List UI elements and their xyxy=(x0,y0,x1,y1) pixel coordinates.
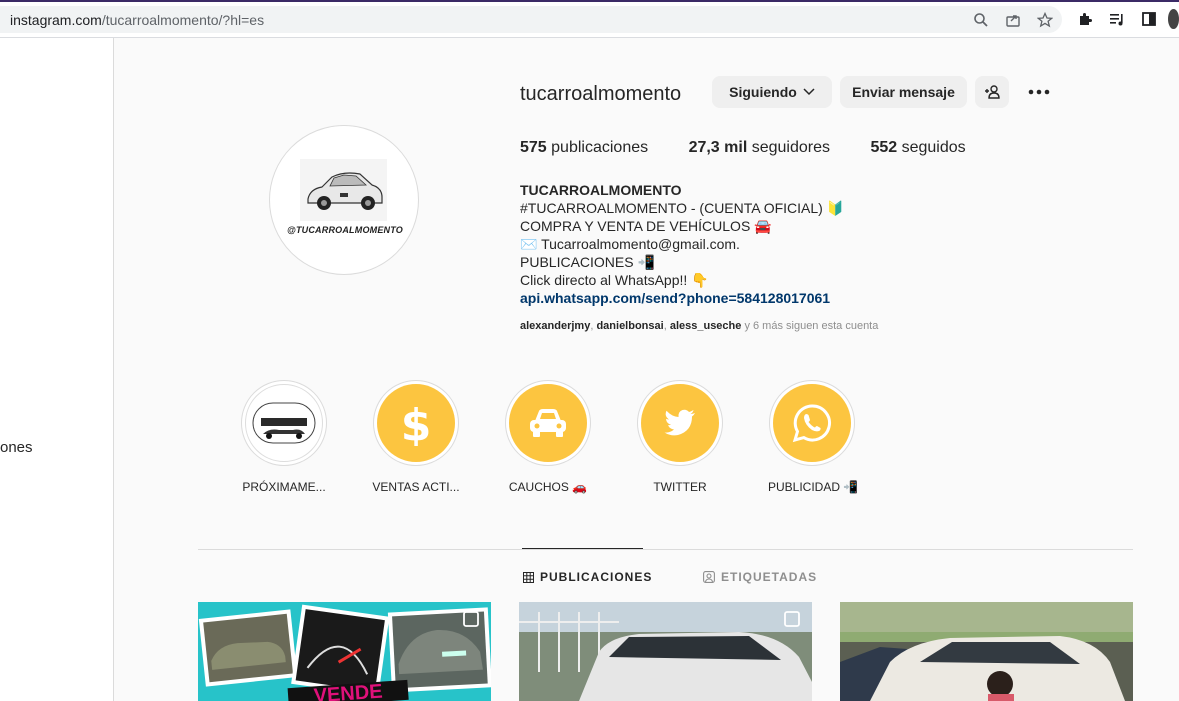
bio-line: PUBLICACIONES 📲 xyxy=(520,254,655,270)
profile-avatar[interactable]: @TUCARROALMOMENTO xyxy=(269,125,419,275)
car-icon xyxy=(509,384,587,462)
sidebar-item-label[interactable]: ones xyxy=(0,439,33,456)
highlight-label: CAUCHOS 🚗 xyxy=(508,480,588,494)
url-host: instagram.com xyxy=(10,12,102,28)
highlight-item[interactable]: $ VENTAS ACTI... xyxy=(372,380,460,494)
highlight-ring xyxy=(769,380,855,466)
highlight-ring xyxy=(637,380,723,466)
posts-stat: 575 publicaciones xyxy=(520,139,648,156)
bio-name: TUCARROALMOMENTO xyxy=(520,182,682,198)
send-message-button[interactable]: Enviar mensaje xyxy=(840,76,967,108)
bio-line: Click directo al WhatsApp!! 👇 xyxy=(520,272,709,288)
post-thumbnail[interactable]: VENDE xyxy=(198,602,491,701)
highlight-item[interactable]: CAUCHOS 🚗 xyxy=(504,380,592,494)
car-sketch-image xyxy=(300,159,387,221)
suggested-users-button[interactable] xyxy=(975,76,1009,108)
tab-tagged-label: ETIQUETADAS xyxy=(721,570,818,584)
url-path: /tucarroalmomento/?hl=es xyxy=(101,12,265,28)
profile-stats: 575 publicaciones 27,3 mil seguidores 55… xyxy=(520,139,966,157)
share-icon[interactable] xyxy=(1003,10,1023,30)
bio-external-link[interactable]: api.whatsapp.com/send?phone=584128017061 xyxy=(520,289,844,307)
add-user-icon xyxy=(984,84,1000,100)
mutual-follower: alexanderjmy xyxy=(520,320,591,332)
chevron-down-icon xyxy=(803,88,815,96)
profile-avatar-icon[interactable] xyxy=(1168,9,1179,29)
highlight-ring: $ xyxy=(373,380,459,466)
posts-count: 575 xyxy=(520,139,547,156)
tab-posts[interactable]: PUBLICACIONES xyxy=(523,570,652,584)
followers-label: seguidores xyxy=(751,139,830,156)
bio-line: #TUCARROALMOMENTO - (CUENTA OFICIAL) 🔰 xyxy=(520,200,845,216)
dollar-icon: $ xyxy=(377,384,455,462)
followed-by-rest: y 6 más siguen esta cuenta xyxy=(741,320,879,332)
svg-text:$: $ xyxy=(401,400,432,446)
profile-username: tucarroalmomento xyxy=(520,83,682,105)
window-accent xyxy=(0,0,1179,2)
following-button[interactable]: Siguiendo xyxy=(712,76,832,108)
left-sidebar: ones xyxy=(0,38,114,701)
mutual-follower: aless_useche xyxy=(669,320,742,332)
posts-label: publicaciones xyxy=(551,139,649,156)
bookmark-star-icon[interactable] xyxy=(1035,10,1055,30)
highlight-item[interactable]: PUBLICIDAD 📲 xyxy=(768,380,859,494)
twitter-icon xyxy=(641,384,719,462)
highlight-label: PUBLICIDAD 📲 xyxy=(768,480,859,494)
extensions-puzzle-icon[interactable] xyxy=(1075,9,1095,29)
post-thumbnail[interactable] xyxy=(519,602,812,701)
highlight-label: PRÓXIMAME... xyxy=(242,480,326,494)
side-panel-icon[interactable] xyxy=(1139,9,1159,29)
following-button-label: Siguiendo xyxy=(729,84,797,100)
highlight-label: VENTAS ACTI... xyxy=(372,480,460,494)
followed-by-text[interactable]: alexanderjmy, danielbonsai, aless_useche… xyxy=(520,320,878,332)
address-bar[interactable]: instagram.com/tucarroalmomento/?hl=es xyxy=(0,6,1062,33)
send-message-label: Enviar mensaje xyxy=(852,84,955,100)
following-label: seguidos xyxy=(901,139,966,156)
post-thumbnail[interactable] xyxy=(840,602,1133,701)
mutual-follower: danielbonsai xyxy=(596,320,664,332)
following-stat[interactable]: 552 seguidos xyxy=(870,139,965,156)
highlight-item[interactable]: TWITTER xyxy=(636,380,724,494)
url-text[interactable]: instagram.com/tucarroalmomento/?hl=es xyxy=(10,12,264,28)
highlight-label: TWITTER xyxy=(653,480,707,494)
followers-count: 27,3 mil xyxy=(688,139,748,156)
active-tab-indicator xyxy=(522,548,643,549)
tab-tagged[interactable]: ETIQUETADAS xyxy=(703,570,817,584)
more-options-icon[interactable] xyxy=(1023,78,1055,106)
tabs-divider xyxy=(198,549,1133,550)
profile-bio: TUCARROALMOMENTO #TUCARROALMOMENTO - (CU… xyxy=(520,181,844,307)
bio-line: ✉️ Tucarroalmomento@gmail.com. xyxy=(520,236,740,252)
highlight-ring xyxy=(241,380,327,466)
grid-icon xyxy=(523,571,534,583)
highlight-item[interactable]: PRÓXIMAME... xyxy=(240,380,328,494)
browser-toolbar: instagram.com/tucarroalmomento/?hl=es xyxy=(0,0,1179,38)
media-queue-icon[interactable] xyxy=(1107,9,1127,29)
search-icon[interactable] xyxy=(971,10,991,30)
highlight-ring xyxy=(505,380,591,466)
tab-posts-label: PUBLICACIONES xyxy=(540,570,653,584)
whatsapp-icon xyxy=(773,384,851,462)
logo-thumbnail-icon xyxy=(245,384,323,462)
followers-stat[interactable]: 27,3 mil seguidores xyxy=(689,139,830,156)
following-count: 552 xyxy=(870,139,898,156)
avatar-brand-text: @TUCARROALMOMENTO xyxy=(286,225,403,235)
tagged-user-icon xyxy=(703,571,715,583)
bio-line: COMPRA Y VENTA DE VEHÍCULOS 🚘 xyxy=(520,218,772,234)
